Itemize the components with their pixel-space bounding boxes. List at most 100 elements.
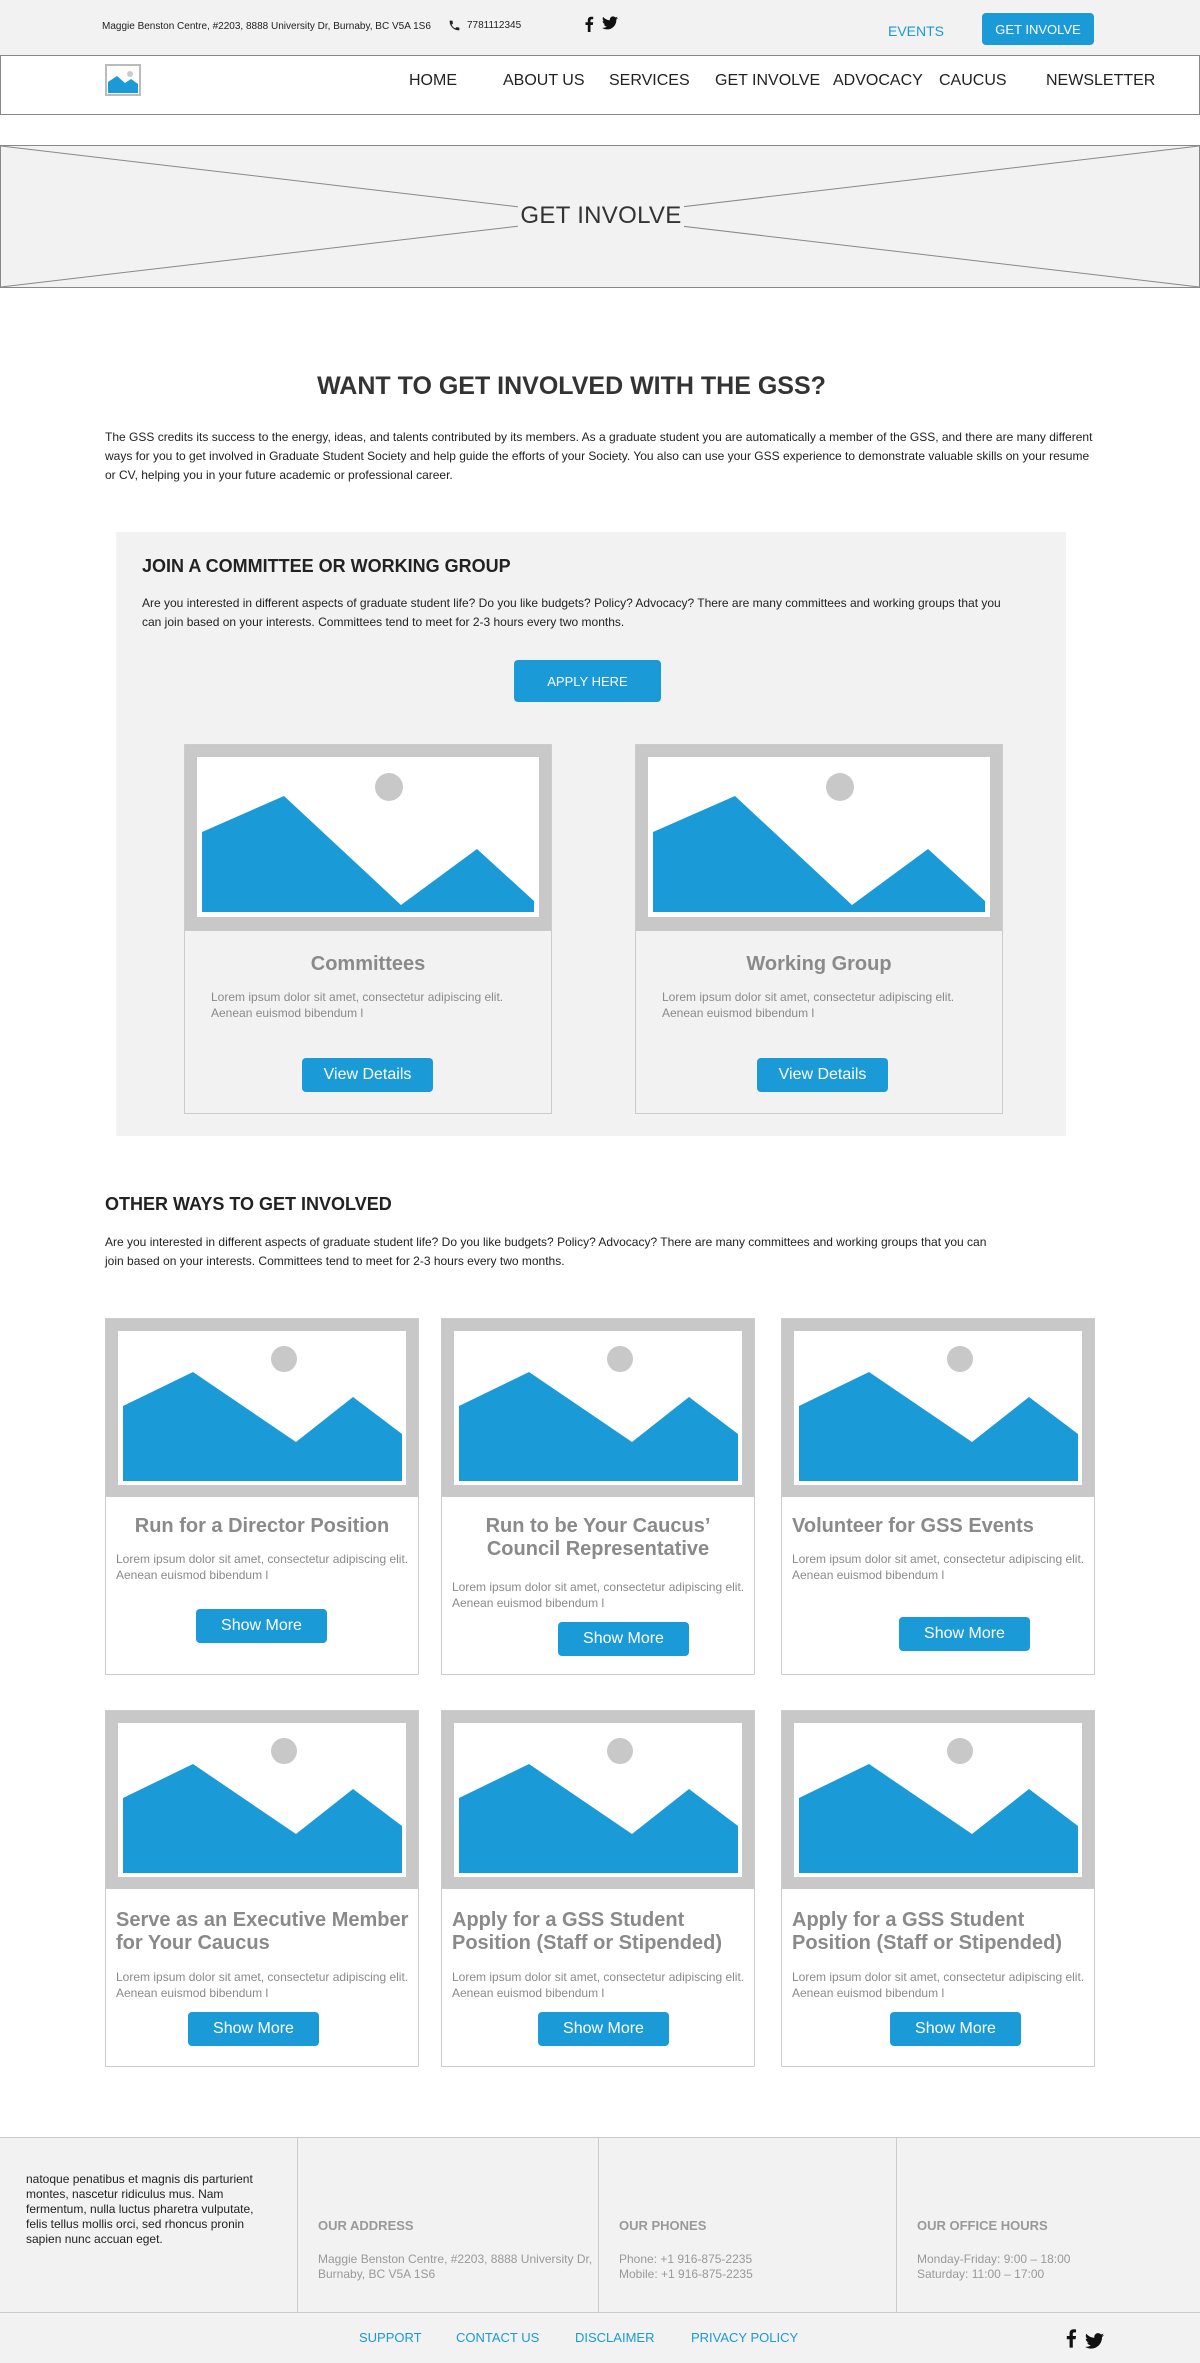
card-title: Working Group bbox=[746, 953, 892, 975]
main-nav: HOME ABOUT US SERVICES GET INVOLVE ADVOC… bbox=[0, 55, 1200, 115]
option-card: Serve as an Executive Member for Your Ca… bbox=[105, 1710, 419, 2067]
footer-hours-weekdays: Monday-Friday: 9:00 – 18:00 bbox=[917, 2252, 1071, 2266]
twitter-icon[interactable] bbox=[602, 16, 618, 30]
option-card: Run for a Director Position Lorem ipsum … bbox=[105, 1318, 419, 1675]
card-image bbox=[185, 745, 551, 931]
option-card: Apply for a GSS Student Position (Staff … bbox=[441, 1710, 755, 2067]
option-card: Apply for a GSS Student Position (Staff … bbox=[781, 1710, 1095, 2067]
card-desc: Lorem ipsum dolor sit amet, consectetur … bbox=[116, 1552, 409, 1582]
image-placeholder-icon bbox=[648, 757, 990, 917]
card-image bbox=[442, 1319, 754, 1497]
other-ways-text: Are you interested in different aspects … bbox=[105, 1235, 987, 1268]
card-desc: Lorem ipsum dolor sit amet, consectetur … bbox=[792, 1970, 1085, 2000]
card-desc: Lorem ipsum dolor sit amet, consectetur … bbox=[452, 1580, 745, 1610]
twitter-icon[interactable] bbox=[1085, 2333, 1104, 2349]
footer-link-support[interactable]: SUPPORT bbox=[359, 2330, 422, 2345]
card-image bbox=[442, 1711, 754, 1889]
card-title: Volunteer for GSS Events bbox=[792, 1515, 1034, 1537]
working-group-card: Working Group Lorem ipsum dolor sit amet… bbox=[635, 744, 1003, 1114]
footer-links: SUPPORT CONTACT US DISCLAIMER PRIVACY PO… bbox=[0, 2313, 1200, 2363]
image-placeholder-icon bbox=[118, 1723, 406, 1877]
card-desc: Lorem ipsum dolor sit amet, consectetur … bbox=[662, 990, 955, 1020]
get-involve-button[interactable]: GET INVOLVE bbox=[982, 13, 1094, 45]
option-card: Volunteer for GSS Events Lorem ipsum dol… bbox=[781, 1318, 1095, 1675]
site-logo[interactable] bbox=[105, 64, 141, 96]
card-image bbox=[106, 1319, 418, 1497]
header-phone-number: 7781112345 bbox=[467, 20, 522, 31]
footer-address-heading: OUR ADDRESS bbox=[318, 2218, 414, 2233]
image-placeholder-icon bbox=[794, 1331, 1082, 1485]
nav-advocacy[interactable]: ADVOCACY bbox=[833, 72, 923, 90]
nav-services[interactable]: SERVICES bbox=[609, 72, 690, 90]
top-bar: Maggie Benston Centre, #2203, 8888 Unive… bbox=[0, 0, 1200, 56]
footer-mobile: Mobile: +1 916-875-2235 bbox=[619, 2267, 753, 2281]
events-link[interactable]: EVENTS bbox=[888, 23, 944, 39]
facebook-icon[interactable] bbox=[584, 16, 594, 32]
footer-about: natoque penatibus et magnis dis parturie… bbox=[0, 2138, 298, 2314]
nav-about-us[interactable]: ABOUT US bbox=[503, 72, 585, 90]
card-title: Apply for a GSS Student Position (Staff … bbox=[792, 1909, 1062, 1954]
footer-hours: OUR OFFICE HOURS Monday-Friday: 9:00 – 1… bbox=[897, 2138, 1200, 2314]
committee-card: Committees Lorem ipsum dolor sit amet, c… bbox=[184, 744, 552, 1114]
header-phone[interactable]: 7781112345 bbox=[448, 19, 521, 32]
footer-phones-heading: OUR PHONES bbox=[619, 2218, 707, 2233]
facebook-icon[interactable] bbox=[1065, 2327, 1077, 2349]
card-title: Serve as an Executive Member for Your Ca… bbox=[116, 1909, 409, 1954]
card-desc: Lorem ipsum dolor sit amet, consectetur … bbox=[792, 1552, 1085, 1582]
show-more-button[interactable]: Show More bbox=[899, 1617, 1030, 1651]
hero-banner: GET INVOLVE bbox=[0, 145, 1200, 288]
card-desc: Lorem ipsum dolor sit amet, consectetur … bbox=[452, 1970, 745, 2000]
committee-panel: JOIN A COMMITTEE OR WORKING GROUP Are yo… bbox=[116, 532, 1066, 1136]
footer-link-contact[interactable]: CONTACT US bbox=[456, 2330, 539, 2345]
phone-icon bbox=[449, 20, 460, 31]
footer-address-text: Maggie Benston Centre, #2203, 8888 Unive… bbox=[318, 2252, 593, 2281]
footer-social bbox=[1065, 2327, 1104, 2349]
footer-link-privacy[interactable]: PRIVACY POLICY bbox=[691, 2330, 798, 2345]
footer-address: OUR ADDRESS Maggie Benston Centre, #2203… bbox=[298, 2138, 599, 2314]
hero-title-text: GET INVOLVE bbox=[518, 202, 684, 229]
apply-here-button[interactable]: APPLY HERE bbox=[514, 660, 661, 702]
card-image bbox=[782, 1319, 1094, 1497]
show-more-button[interactable]: Show More bbox=[188, 2012, 319, 2046]
footer-phones: OUR PHONES Phone: +1 916-875-2235 Mobile… bbox=[599, 2138, 897, 2314]
hero-title: GET INVOLVE bbox=[1, 202, 1200, 230]
card-title: Apply for a GSS Student Position (Staff … bbox=[452, 1909, 722, 1954]
footer-blurb: natoque penatibus et magnis dis parturie… bbox=[26, 2172, 254, 2246]
card-desc: Lorem ipsum dolor sit amet, consectetur … bbox=[211, 990, 504, 1020]
show-more-button[interactable]: Show More bbox=[538, 2012, 669, 2046]
footer-hours-saturday: Saturday: 11:00 – 17:00 bbox=[917, 2267, 1045, 2281]
footer-link-disclaimer[interactable]: DISCLAIMER bbox=[575, 2330, 654, 2345]
nav-home[interactable]: HOME bbox=[409, 72, 457, 90]
view-details-button[interactable]: View Details bbox=[757, 1058, 888, 1092]
nav-newsletter[interactable]: NEWSLETTER bbox=[1046, 72, 1155, 90]
image-placeholder-icon bbox=[107, 66, 139, 94]
card-title: Run for a Director Position bbox=[134, 1515, 390, 1537]
image-placeholder-icon bbox=[454, 1723, 742, 1877]
card-image bbox=[782, 1711, 1094, 1889]
image-placeholder-icon bbox=[454, 1331, 742, 1485]
committee-heading: JOIN A COMMITTEE OR WORKING GROUP bbox=[142, 556, 511, 576]
card-image bbox=[636, 745, 1002, 931]
card-desc: Lorem ipsum dolor sit amet, consectetur … bbox=[116, 1970, 409, 2000]
card-image bbox=[106, 1711, 418, 1889]
footer-hours-heading: OUR OFFICE HOURS bbox=[917, 2218, 1048, 2233]
view-details-button[interactable]: View Details bbox=[302, 1058, 433, 1092]
card-title: Run to be Your Caucus’ Council Represent… bbox=[485, 1515, 711, 1560]
card-title: Committees bbox=[310, 953, 426, 975]
image-placeholder-icon bbox=[197, 757, 539, 917]
intro-text: The GSS credits its success to the energ… bbox=[105, 430, 1093, 482]
footer: natoque penatibus et magnis dis parturie… bbox=[0, 2137, 1200, 2314]
image-placeholder-icon bbox=[794, 1723, 1082, 1877]
committee-text: Are you interested in different aspects … bbox=[142, 596, 1001, 629]
page-heading: WANT TO GET INVOLVED WITH THE GSS? bbox=[317, 372, 826, 400]
header-address: Maggie Benston Centre, #2203, 8888 Unive… bbox=[102, 21, 431, 32]
header-social bbox=[584, 16, 618, 32]
show-more-button[interactable]: Show More bbox=[890, 2012, 1021, 2046]
show-more-button[interactable]: Show More bbox=[558, 1622, 689, 1656]
show-more-button[interactable]: Show More bbox=[196, 1609, 327, 1643]
footer-phone: Phone: +1 916-875-2235 bbox=[619, 2252, 753, 2266]
other-ways-heading: OTHER WAYS TO GET INVOLVED bbox=[105, 1194, 392, 1214]
nav-get-involve[interactable]: GET INVOLVE bbox=[715, 72, 820, 90]
option-card: Run to be Your Caucus’ Council Represent… bbox=[441, 1318, 755, 1675]
nav-caucus[interactable]: CAUCUS bbox=[939, 72, 1007, 90]
